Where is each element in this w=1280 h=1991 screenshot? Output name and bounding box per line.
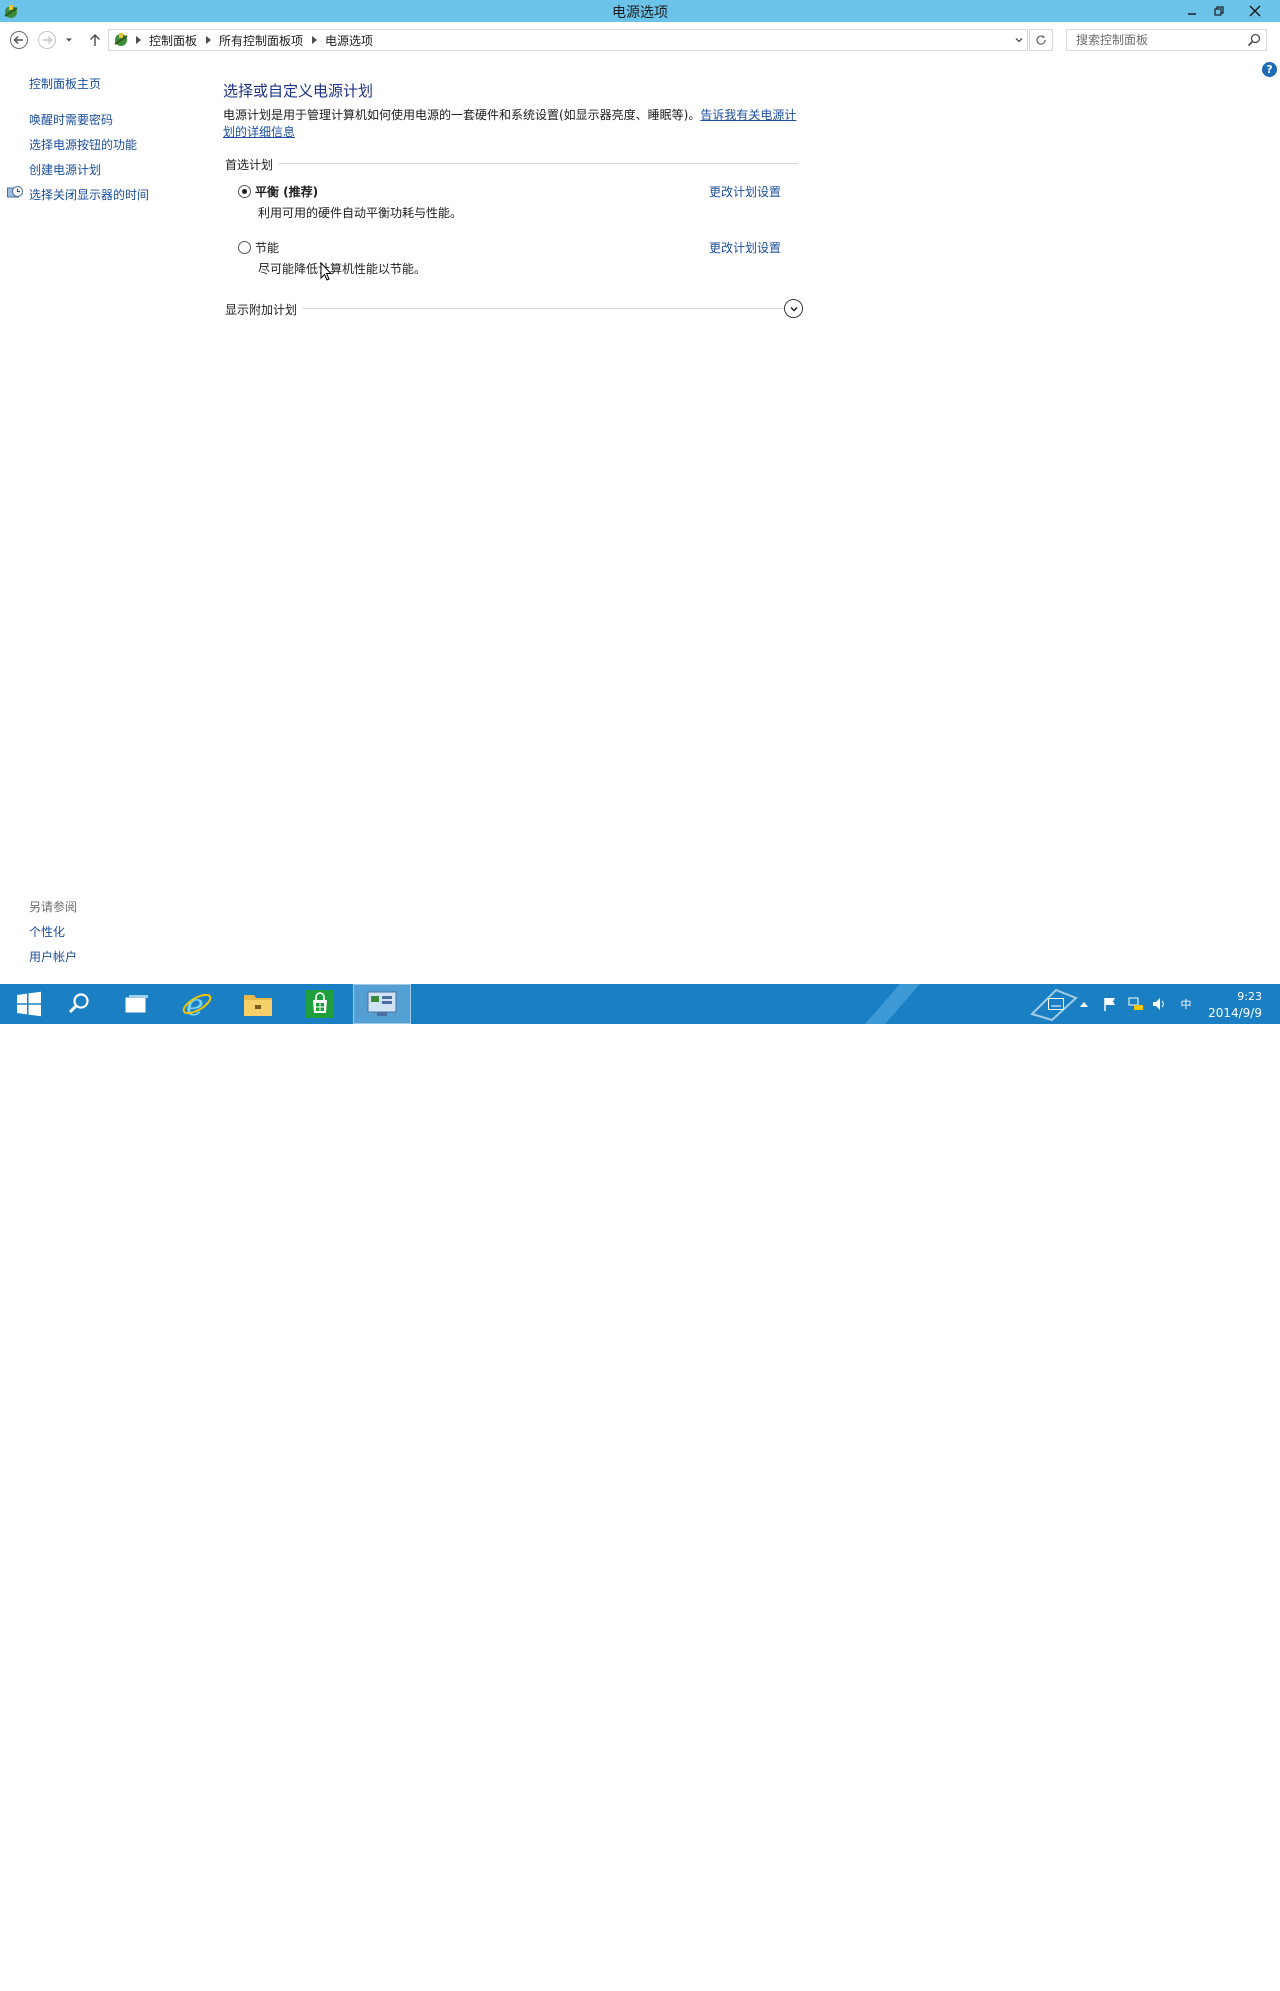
see-also-heading: 另请参阅: [29, 900, 78, 914]
refresh-button[interactable]: [1029, 29, 1053, 51]
mouse-cursor-icon: [320, 262, 332, 281]
plan-balanced-name[interactable]: 平衡 (推荐): [255, 183, 318, 200]
sidebar-link-power-button[interactable]: 选择电源按钮的功能: [29, 136, 137, 153]
windows-logo-icon: [17, 991, 41, 1017]
task-view-icon: [125, 995, 148, 1013]
search-input[interactable]: [1067, 30, 1245, 50]
divider: [225, 308, 785, 309]
forward-arrow-icon: [38, 31, 56, 49]
address-bar[interactable]: 控制面板 所有控制面板项 电源选项: [108, 29, 1028, 51]
clock-time[interactable]: 9:23: [1212, 990, 1262, 1003]
plan-balanced-description: 利用可用的硬件自动平衡功耗与性能。: [258, 206, 463, 220]
show-hidden-icons-button[interactable]: [1076, 996, 1092, 1012]
help-icon[interactable]: ?: [1262, 62, 1277, 77]
up-arrow-icon: [90, 34, 100, 46]
breadcrumb-separator[interactable]: [131, 30, 145, 50]
sidebar-home-link[interactable]: 控制面板主页: [29, 75, 101, 92]
taskbar-decoration: [865, 984, 920, 1024]
search-box[interactable]: [1066, 29, 1267, 51]
divider: [225, 163, 798, 164]
action-center-flag-icon[interactable]: [1102, 996, 1118, 1012]
sidebar-link-create-plan[interactable]: 创建电源计划: [29, 161, 101, 178]
sidebar-link-display-off[interactable]: 选择关闭显示器的时间: [29, 186, 149, 203]
sidebar-link-wake-password[interactable]: 唤醒时需要密码: [29, 111, 113, 128]
minimize-icon: [1187, 13, 1196, 15]
expand-additional-plans-button[interactable]: [784, 299, 803, 318]
volume-icon[interactable]: [1152, 996, 1168, 1012]
chevron-down-icon: [1015, 38, 1023, 43]
breadcrumb-control-panel[interactable]: 控制面板: [145, 32, 201, 49]
control-panel-icon: [367, 991, 397, 1016]
svg-text:e: e: [186, 988, 204, 1020]
search-icon: [68, 993, 89, 1014]
network-icon[interactable]: [1128, 996, 1144, 1012]
back-arrow-icon: [10, 31, 28, 49]
display-clock-icon: [7, 186, 23, 198]
store-button[interactable]: [291, 984, 349, 1024]
forward-button[interactable]: [37, 30, 57, 50]
breadcrumb-power-options[interactable]: 电源选项: [321, 32, 377, 49]
additional-plans-heading[interactable]: 显示附加计划: [225, 301, 304, 318]
control-panel-icon: [114, 33, 128, 46]
recent-locations-button[interactable]: [62, 30, 76, 50]
back-button[interactable]: [9, 30, 29, 50]
plan-power-saver-name[interactable]: 节能: [255, 239, 279, 256]
address-dropdown-button[interactable]: [1010, 29, 1028, 51]
taskbar-search-button[interactable]: [50, 984, 108, 1024]
plan-balanced-radio[interactable]: [238, 185, 251, 198]
see-also-user-accounts[interactable]: 用户帐户: [29, 948, 77, 965]
keyboard-icon[interactable]: [1048, 996, 1064, 1012]
refresh-icon: [1036, 35, 1046, 45]
up-button[interactable]: [85, 30, 105, 50]
window-title: 电源选项: [612, 5, 668, 21]
file-explorer-button[interactable]: [229, 984, 287, 1024]
restore-icon: [1213, 6, 1224, 16]
watermark-text: The Collection Book: [1092, 1972, 1251, 1991]
breadcrumb-separator[interactable]: [201, 30, 215, 50]
restore-button[interactable]: [1205, 0, 1232, 22]
page-title: 选择或自定义电源计划: [223, 82, 374, 100]
breadcrumb-separator[interactable]: [307, 30, 321, 50]
preferred-plans-heading: 首选计划: [225, 156, 280, 173]
search-icon[interactable]: [1246, 32, 1262, 48]
folder-icon: [244, 995, 272, 1016]
breadcrumb-all-items[interactable]: 所有控制面板项: [215, 32, 307, 49]
close-button[interactable]: [1232, 0, 1278, 22]
page-description: 电源计划是用于管理计算机如何使用电源的一套硬件和系统设置(如显示器亮度、睡眠等)…: [223, 107, 803, 141]
close-icon: [1249, 5, 1261, 17]
task-view-button[interactable]: [108, 984, 166, 1024]
taskbar: e 中 The Collection Book: [0, 984, 1280, 1991]
clock-date[interactable]: 2014/9/9: [1196, 1006, 1262, 1020]
plan-power-saver-radio[interactable]: [238, 241, 251, 254]
plan-balanced-settings-link[interactable]: 更改计划设置: [709, 183, 781, 200]
plan-power-saver-settings-link[interactable]: 更改计划设置: [709, 239, 781, 256]
store-icon: [306, 990, 334, 1018]
internet-explorer-icon: e: [182, 988, 212, 1020]
minimize-button[interactable]: [1178, 0, 1205, 22]
plan-power-saver-description: 尽可能降低计算机性能以节能。: [258, 262, 427, 276]
see-also-personalization[interactable]: 个性化: [29, 923, 65, 940]
title-bar: 电源选项: [0, 0, 1280, 22]
description-text: 电源计划是用于管理计算机如何使用电源的一套硬件和系统设置(如显示器亮度、睡眠等)…: [223, 108, 701, 122]
chevron-down-icon: [66, 38, 72, 42]
chevron-down-icon: [789, 306, 798, 312]
internet-explorer-button[interactable]: e: [168, 984, 226, 1024]
control-panel-taskbar-button[interactable]: [353, 984, 411, 1024]
chevron-up-icon: [1080, 1002, 1088, 1007]
input-method-indicator[interactable]: 中: [1178, 996, 1194, 1012]
